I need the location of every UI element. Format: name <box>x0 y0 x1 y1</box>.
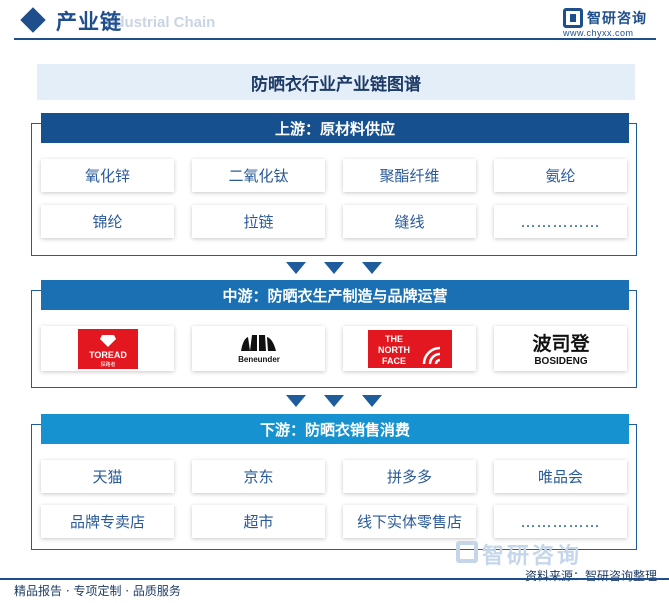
down-arrow-icon <box>286 262 306 274</box>
downstream-item: 拼多多 <box>343 460 476 493</box>
upstream-item-more: …………… <box>494 205 627 238</box>
downstream-item: 京东 <box>192 460 325 493</box>
svg-text:NORTH: NORTH <box>378 345 410 355</box>
diamond-icon <box>20 7 46 33</box>
upstream-item: 氧化锌 <box>41 159 174 192</box>
diagram-title: 防晒衣行业产业链图谱 <box>37 64 635 100</box>
upstream-item: 锦纶 <box>41 205 174 238</box>
company-logo: 智研咨询 www.chyxx.com <box>563 6 655 40</box>
down-arrow-icon <box>286 395 306 407</box>
brand-card-toread: TOREAD 探路者 <box>41 326 174 371</box>
downstream-item: 线下实体零售店 <box>343 505 476 538</box>
upstream-item: 缝线 <box>343 205 476 238</box>
svg-text:波司登: 波司登 <box>532 332 590 355</box>
svg-text:THE: THE <box>385 334 403 344</box>
svg-text:Beneunder: Beneunder <box>238 355 280 364</box>
upstream-header: 上游：原材料供应 <box>41 113 629 143</box>
brand-card-bosideng: 波司登 BOSIDENG <box>494 326 627 371</box>
midstream-header: 中游：防晒衣生产制造与品牌运营 <box>41 280 629 310</box>
header-divider <box>14 38 656 40</box>
bosideng-logo: 波司登 BOSIDENG <box>532 332 590 367</box>
page-header: Industrial Chain 产业链 智研咨询 www.chyxx.com <box>0 0 669 42</box>
down-arrow-icon <box>362 262 382 274</box>
watermark-logo-icon <box>456 541 478 563</box>
downstream-header: 下游：防晒衣销售消费 <box>41 414 629 444</box>
downstream-item: 唯品会 <box>494 460 627 493</box>
svg-text:探路者: 探路者 <box>100 361 115 368</box>
brand-card-north-face: THE NORTH FACE <box>343 326 476 371</box>
upstream-item: 聚酯纤维 <box>343 159 476 192</box>
logo-url: www.chyxx.com <box>563 28 634 38</box>
footer-slogan: 精品报告 · 专项定制 · 品质服务 <box>14 584 181 598</box>
upstream-section: 上游：原材料供应 氧化锌 二氧化钛 聚酯纤维 氨纶 锦纶 拉链 缝线 …………… <box>31 113 637 256</box>
header-title: 产业链 <box>56 10 122 34</box>
watermark-logo-text: 智研咨询 <box>482 544 583 569</box>
svg-text:BOSIDENG: BOSIDENG <box>534 356 588 367</box>
brand-card-beneunder: Beneunder <box>192 326 325 371</box>
downstream-item-more: …………… <box>494 505 627 538</box>
downstream-item: 品牌专卖店 <box>41 505 174 538</box>
svg-text:TOREAD: TOREAD <box>89 350 127 360</box>
upstream-item: 拉链 <box>192 205 325 238</box>
beneunder-logo: Beneunder <box>238 334 280 364</box>
logo-text: 智研咨询 <box>587 11 647 27</box>
north-face-logo: THE NORTH FACE <box>367 329 452 368</box>
svg-text:FACE: FACE <box>381 356 405 366</box>
upstream-item: 氨纶 <box>494 159 627 192</box>
down-arrow-icon <box>362 395 382 407</box>
upstream-item: 二氧化钛 <box>192 159 325 192</box>
toread-logo: TOREAD 探路者 <box>77 328 138 369</box>
down-arrow-icon <box>324 395 344 407</box>
down-arrow-icon <box>324 262 344 274</box>
midstream-section: 中游：防晒衣生产制造与品牌运营 TOREAD 探路者 Beneunder THE… <box>31 280 637 388</box>
footer-divider <box>0 578 669 580</box>
source-note: 资料来源：智研咨询整理 <box>524 569 657 583</box>
downstream-section: 下游：防晒衣销售消费 天猫 京东 拼多多 唯品会 品牌专卖店 超市 线下实体零售… <box>31 414 637 550</box>
logo-icon <box>563 8 583 28</box>
downstream-item: 天猫 <box>41 460 174 493</box>
downstream-item: 超市 <box>192 505 325 538</box>
